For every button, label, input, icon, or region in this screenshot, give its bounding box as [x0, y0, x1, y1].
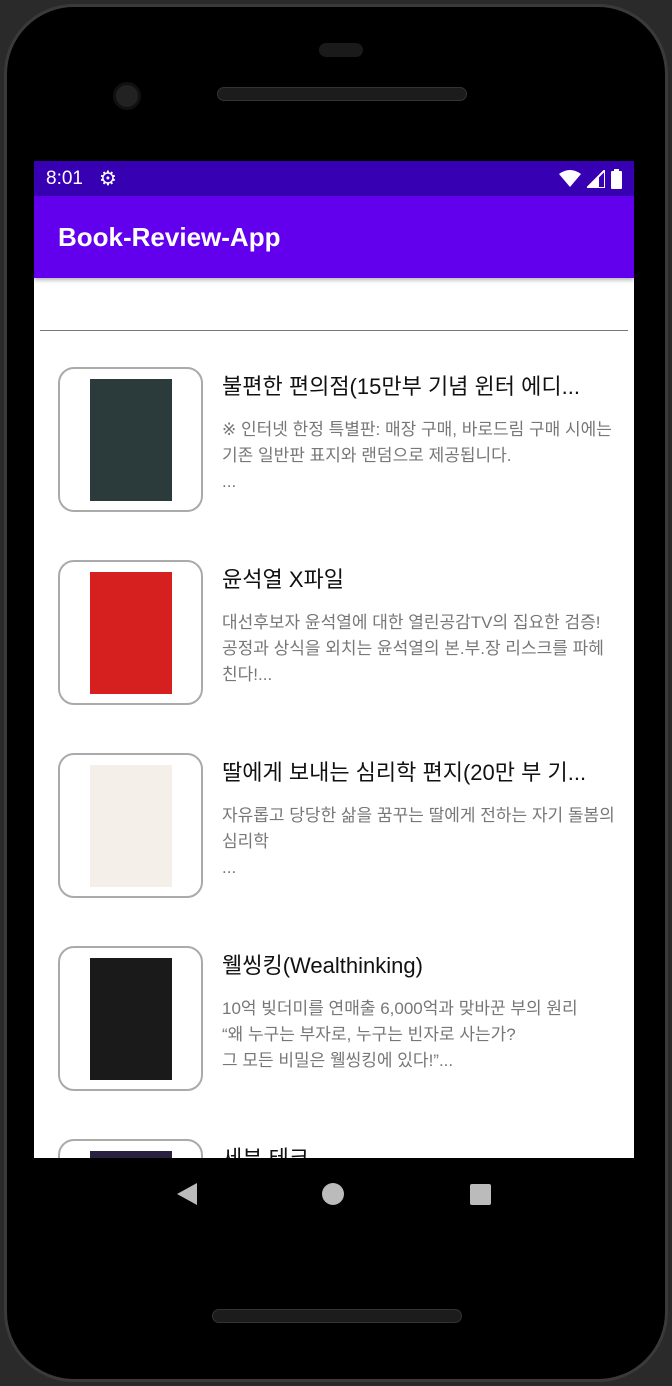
earpiece-speaker	[217, 87, 467, 101]
book-title: 윤석열 X파일	[222, 567, 344, 592]
wifi-icon	[559, 169, 581, 187]
book-cover-image	[89, 764, 172, 887]
book-title: 딸에게 보내는 심리학 편지(20만 부 기...	[222, 760, 587, 785]
book-list-item[interactable]: 윤석열 X파일 대선후보자 윤석열에 대한 열린공감TV의 집요한 검증! 공정…	[34, 560, 634, 753]
divider	[40, 330, 628, 331]
book-list-item[interactable]: 딸에게 보내는 심리학 편지(20만 부 기... 자유롭고 당당한 삶을 꿈꾸…	[34, 753, 634, 946]
book-title: 웰씽킹(Wealthinking)	[222, 953, 423, 978]
book-description: ※ 인터넷 한정 특별판: 매장 구매, 바로드림 구매 시에는 기존 일반판 …	[222, 420, 612, 491]
app-title: Book-Review-App	[58, 221, 281, 252]
book-list-item[interactable]: 세븐 테크	[34, 1139, 634, 1158]
book-thumbnail	[58, 367, 203, 512]
book-cover-image	[89, 957, 172, 1080]
book-thumbnail	[58, 946, 203, 1091]
book-description: 10억 빚더미를 연매출 6,000억과 맞바꾼 부의 원리 “왜 누구는 부자…	[222, 999, 578, 1070]
signal-icon	[587, 169, 605, 188]
book-thumbnail	[58, 753, 203, 898]
book-cover-image	[89, 378, 172, 501]
bottom-speaker	[212, 1309, 462, 1323]
battery-icon	[611, 168, 622, 189]
navigation-bar	[34, 1158, 634, 1230]
status-time: 8:01	[46, 167, 83, 189]
book-list-item[interactable]: 불편한 편의점(15만부 기념 윈터 에디... ※ 인터넷 한정 특별판: 매…	[34, 367, 634, 560]
book-list-item[interactable]: 웰씽킹(Wealthinking) 10억 빚더미를 연매출 6,000억과 맞…	[34, 946, 634, 1139]
sensor	[319, 43, 363, 57]
book-description: 대선후보자 윤석열에 대한 열린공감TV의 집요한 검증! 공정과 상식을 외치…	[222, 613, 604, 684]
book-description: 자유롭고 당당한 삶을 꿈꾸는 딸에게 전하는 자기 돌봄의 심리학 ...	[222, 806, 615, 877]
book-thumbnail	[58, 1139, 203, 1158]
status-bar: 8:01 ⚙	[34, 161, 634, 196]
app-bar: Book-Review-App	[34, 196, 634, 278]
book-cover-image	[89, 1150, 172, 1158]
home-button[interactable]	[322, 1183, 345, 1205]
app-screen: 8:01 ⚙ Book-Review-App 불편한 편의점(15만부 기념 윈…	[34, 161, 634, 1158]
book-title: 세븐 테크	[222, 1141, 614, 1158]
camera-icon	[113, 82, 141, 110]
back-button[interactable]	[176, 1183, 197, 1205]
book-thumbnail	[58, 560, 203, 705]
book-title: 불편한 편의점(15만부 기념 윈터 에디...	[222, 374, 580, 399]
recents-button[interactable]	[470, 1183, 492, 1205]
gear-icon: ⚙	[98, 168, 117, 190]
book-cover-image	[89, 571, 172, 694]
